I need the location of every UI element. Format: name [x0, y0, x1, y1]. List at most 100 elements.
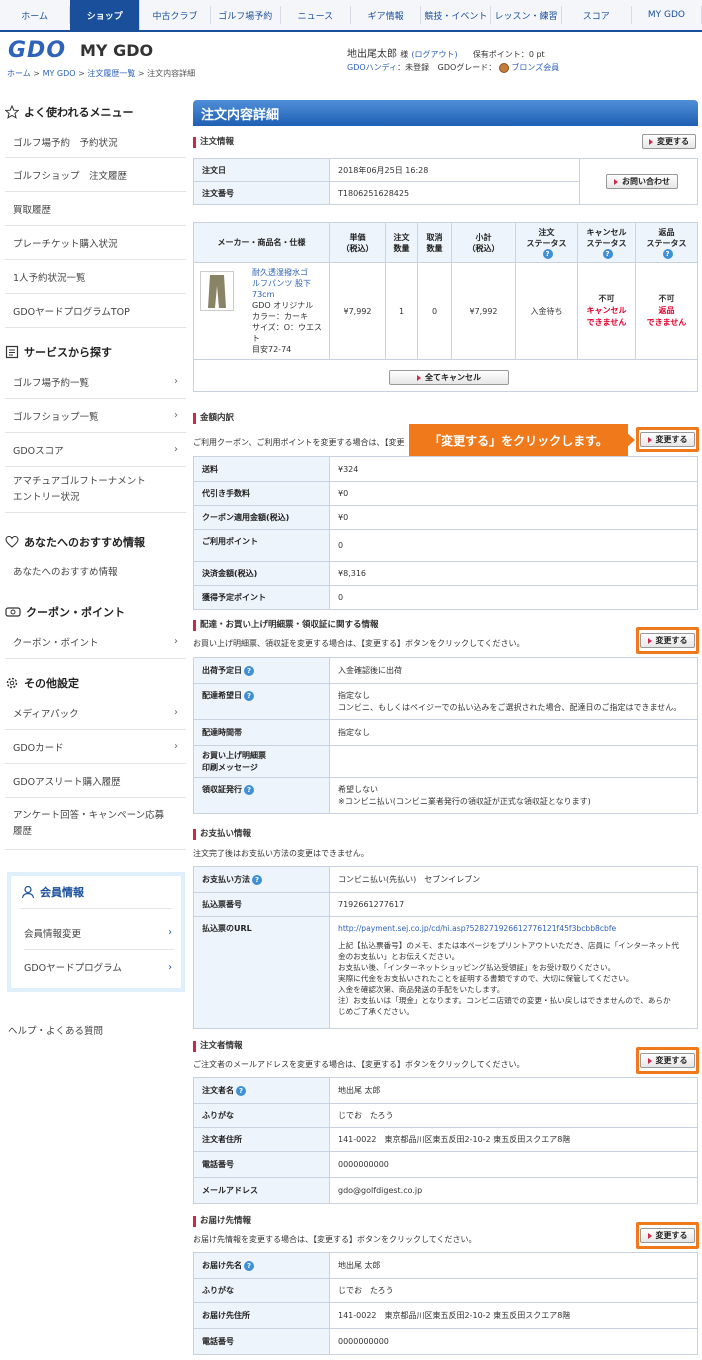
help-icon[interactable]: ?: [244, 1260, 254, 1271]
sidebar-item-coupon-point[interactable]: クーポン・ポイント ›: [5, 625, 186, 659]
nav-home[interactable]: ホーム: [0, 6, 71, 24]
nav-mygdo[interactable]: MY GDO: [632, 6, 702, 24]
order-change-button[interactable]: 変更する: [642, 134, 696, 149]
sidebar-item-course-list[interactable]: ゴルフ場予約一覧 ›: [5, 365, 186, 399]
order-date-label: 注文日: [193, 158, 330, 182]
section-amount: 金額内訳: [193, 413, 234, 424]
help-icon[interactable]: ?: [244, 784, 254, 795]
col-cancel-qty: 取消 数量: [417, 222, 452, 263]
sidebar-item-buyback[interactable]: 買取履歴: [5, 192, 186, 226]
member-item-yard-program[interactable]: GDOヤードプログラム ›: [24, 950, 174, 984]
logout-link[interactable]: (ログアウト): [411, 50, 457, 59]
handicap-link[interactable]: GDOハンディ: [347, 63, 397, 72]
member-info-heading: 会員情報: [21, 884, 84, 900]
triangle-right-icon: [614, 178, 618, 185]
sidebar-item-solo-booking[interactable]: 1人予約状況一覧: [5, 260, 186, 294]
delivery-change-button[interactable]: 変更する: [640, 633, 695, 648]
grade-value[interactable]: ブロンズ会員: [511, 63, 559, 72]
receipt-message-label: お買い上げ明細票 印刷メッセージ: [193, 745, 330, 778]
chevron-right-icon: ›: [174, 741, 178, 752]
col-subtotal: 小計 （税込）: [451, 222, 516, 263]
sidebar-item-gdo-score[interactable]: GDOスコア ›: [5, 433, 186, 467]
user-info: 地出尾太郎 様 (ログアウト) 保有ポイント：0 pt: [347, 45, 545, 60]
cancel-qty-value: 0: [417, 262, 452, 360]
product-name-link[interactable]: 耐久透湿撥水ゴ ルフパンツ 股下 73cm: [252, 267, 325, 300]
sidebar-menu-title: よく使われるメニュー: [24, 106, 134, 119]
help-icon[interactable]: ?: [252, 874, 262, 885]
help-icon[interactable]: ?: [244, 665, 254, 676]
sidebar-item-course-status[interactable]: ゴルフ場予約 予約状況: [5, 126, 186, 158]
member-item-edit[interactable]: 会員情報変更 ›: [24, 916, 174, 950]
nav-gear[interactable]: ギア情報: [351, 6, 422, 24]
chevron-right-icon: ›: [174, 444, 178, 455]
sidebar-item-label-line2: エントリー状況: [13, 491, 80, 503]
breadcrumb-home[interactable]: ホーム: [7, 69, 31, 78]
breadcrumb-mygdo[interactable]: MY GDO: [43, 69, 76, 78]
table-row: 耐久透湿撥水ゴ ルフパンツ 股下 73cm GDO オリジナル カラー：カーキ サイズ：…: [193, 262, 698, 360]
order-number-value: T1806251628425: [329, 181, 580, 205]
orderer-phone-value: 0000000000: [329, 1151, 698, 1178]
col-order-status: 注文 ステータス?: [515, 222, 578, 263]
nav-events[interactable]: 競技・イベント: [421, 6, 492, 24]
nav-course-booking[interactable]: ゴルフ場予約: [211, 6, 281, 24]
help-icon[interactable]: ?: [542, 248, 553, 259]
button-label: 全てキャンセル: [425, 373, 481, 382]
sidebar-item-survey-history[interactable]: アンケート回答・キャンペーン応募 履歴: [5, 798, 186, 850]
sidebar-item-shop-list[interactable]: ゴルフショップ一覧 ›: [5, 399, 186, 433]
chevron-right-icon: ›: [174, 376, 178, 387]
col-return-status: 返品 ステータス?: [635, 222, 698, 263]
delivery-date-value: 指定なし コンビニ、もしくはペイジーでの払い込みをご選択された場合、配達日のご指定…: [329, 683, 698, 720]
sidebar-item-yard-program[interactable]: GDOヤードプログラムTOP: [5, 294, 186, 328]
sidebar-item-tournament-entry[interactable]: アマチュアゴルフトーナメント エントリー状況: [5, 467, 186, 513]
help-icon[interactable]: ?: [236, 1085, 246, 1096]
payment-note: 注文完了後はお支払い方法の変更はできません。: [193, 849, 369, 858]
button-label: 変更する: [657, 137, 689, 146]
breadcrumb-order-history[interactable]: 注文履歴一覧: [87, 69, 135, 78]
gdo-logo[interactable]: GDO: [8, 38, 66, 63]
sidebar-coupon-title: クーポン・ポイント: [26, 606, 125, 619]
payment-method-value: コンビニ払い(先払い) セブンイレブン: [329, 866, 698, 893]
sidebar-item-shop-history[interactable]: ゴルフショップ 注文履歴: [5, 158, 186, 192]
sidebar-item-play-ticket[interactable]: プレーチケット購入状況: [5, 226, 186, 260]
sidebar-item-recommendations[interactable]: あなたへのおすすめ情報: [5, 556, 186, 586]
cancel-all-button[interactable]: 全てキャンセル: [389, 370, 509, 385]
nav-used-clubs[interactable]: 中古クラブ: [140, 6, 211, 24]
sidebar-item-media-pack[interactable]: メディアパック ›: [5, 696, 186, 730]
nav-news[interactable]: ニュース: [281, 6, 352, 24]
triangle-right-icon: [647, 1232, 652, 1239]
nav-score[interactable]: スコア: [562, 6, 632, 24]
subtotal-value: ¥7,992: [451, 262, 516, 360]
sidebar-item-gdo-card[interactable]: GDOカード ›: [5, 730, 186, 764]
slip-url-link[interactable]: http://payment.sej.co.jp/cd/hi.asp?52827…: [338, 923, 689, 934]
sidebar-service-title: サービスから探す: [24, 346, 112, 359]
button-label: 変更する: [655, 1231, 688, 1240]
sidebar-item-athlete-history[interactable]: GDOアスリート購入履歴: [5, 764, 186, 798]
nav-lessons[interactable]: レッスン・練習: [491, 6, 562, 24]
orderer-email-label: メールアドレス: [193, 1177, 330, 1204]
cod-fee-value: ¥0: [329, 481, 698, 506]
help-link[interactable]: ヘルプ・よくある質問: [8, 1023, 103, 1037]
help-icon[interactable]: ?: [244, 690, 254, 701]
orderer-name-value: 地出尾 太郎: [329, 1077, 698, 1104]
user-suffix: 様: [400, 50, 409, 59]
inquiry-button[interactable]: お問い合わせ: [606, 174, 678, 189]
section-ship-to: お届け先情報: [193, 1216, 251, 1227]
product-thumbnail[interactable]: [200, 271, 234, 311]
user-grade-info: GDOハンディ：未登録 GDOグレード： ブロンズ会員: [347, 62, 559, 73]
sidebar-item-label: クーポン・ポイント: [13, 637, 99, 649]
orderer-email-value: gdo@golfdigest.co.jp: [329, 1177, 698, 1204]
shipto-phone-label: 電話番号: [193, 1328, 330, 1355]
help-icon[interactable]: ?: [662, 248, 673, 259]
shipto-change-button[interactable]: 変更する: [640, 1228, 695, 1243]
nav-shop[interactable]: ショップ: [70, 0, 141, 30]
member-item-label: 会員情報変更: [24, 928, 82, 940]
chevron-right-icon: ›: [174, 636, 178, 647]
qty-value: 1: [385, 262, 418, 360]
sidebar-item-label: 買取履歴: [13, 204, 52, 216]
order-number-label: 注文番号: [193, 181, 330, 205]
sidebar-item-label: 1人予約状況一覧: [13, 272, 86, 284]
orderer-change-button[interactable]: 変更する: [640, 1053, 695, 1068]
amount-change-button[interactable]: 変更する: [640, 432, 695, 447]
orderer-address-value: 141-0022 東京都品川区東五反田2-10-2 東五反田スクエア8階: [329, 1127, 698, 1152]
help-icon[interactable]: ?: [602, 248, 613, 259]
